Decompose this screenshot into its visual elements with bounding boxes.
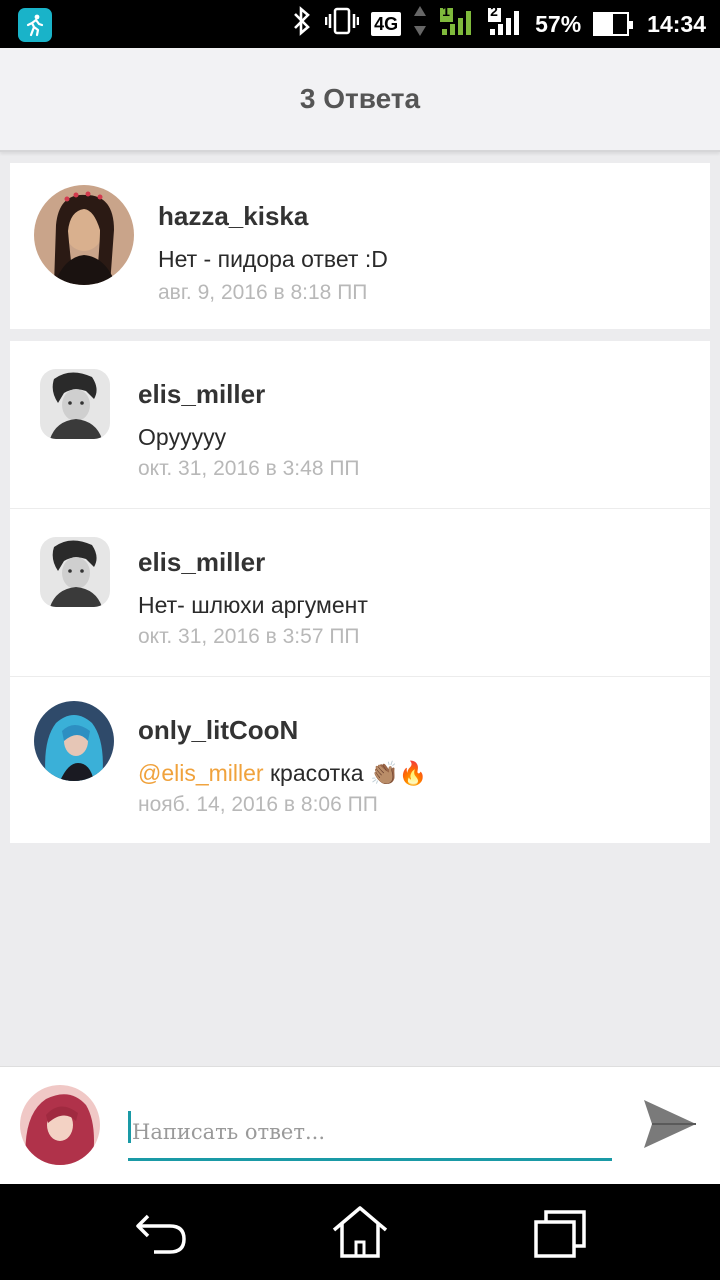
avatar[interactable]: [34, 701, 114, 781]
current-user-avatar: [20, 1085, 100, 1165]
network-type-badge: 4G: [371, 12, 402, 36]
avatar[interactable]: [34, 185, 134, 285]
reply-compose-bar: [0, 1066, 720, 1184]
sim1-label: 1: [442, 3, 450, 19]
recent-apps-icon[interactable]: [530, 1202, 590, 1262]
home-icon[interactable]: [330, 1202, 390, 1262]
comment-text: красотка 👏🏽🔥: [263, 760, 428, 786]
replies-list: elis_miller Орyyyyy окт. 31, 2016 в 3:48…: [10, 341, 710, 843]
comment-username[interactable]: elis_miller: [138, 547, 265, 578]
parent-comment: hazza_kiska Нет - пидора ответ :D авг. 9…: [10, 163, 710, 329]
comment-text-container: @elis_miller красотка 👏🏽🔥: [138, 760, 427, 787]
signal-sim1-icon: 1: [439, 3, 475, 43]
reply-item: elis_miller Орyyyyy окт. 31, 2016 в 3:48…: [10, 341, 710, 509]
comment-text: Орyyyyy: [138, 424, 227, 450]
comment-username[interactable]: hazza_kiska: [158, 201, 308, 232]
comment-timestamp: окт. 31, 2016 в 3:57 ПП: [138, 625, 360, 648]
reply-item: only_litCooN @elis_miller красотка 👏🏽🔥 н…: [10, 677, 710, 843]
send-icon[interactable]: [640, 1094, 700, 1154]
page-title: 3 Ответа: [299, 83, 421, 114]
text-cursor: [128, 1111, 131, 1143]
battery-icon: [593, 12, 634, 36]
user-mention-link[interactable]: @elis_miller: [138, 760, 264, 786]
signal-sim2-icon: 2: [487, 3, 523, 43]
back-icon[interactable]: [130, 1202, 190, 1262]
battery-percent: 57%: [535, 10, 582, 37]
fitness-app-icon: [18, 8, 52, 42]
clock: 14:34: [647, 10, 706, 37]
status-bar: 4G 1 2 57% 14:34: [0, 0, 720, 48]
system-navigation-bar: [0, 1184, 720, 1280]
bluetooth-icon: [291, 6, 313, 42]
vibrate-icon: [324, 6, 360, 42]
comment-timestamp: окт. 31, 2016 в 3:48 ПП: [138, 457, 360, 480]
comment-timestamp: нояб. 14, 2016 в 8:06 ПП: [138, 793, 378, 816]
comment-text: Нет- шлюхи аргумент: [138, 592, 368, 618]
data-arrows-icon: [413, 4, 427, 44]
comment-username[interactable]: only_litCooN: [138, 715, 298, 746]
reply-item: elis_miller Нет- шлюхи аргумент окт. 31,…: [10, 509, 710, 677]
comment-timestamp: авг. 9, 2016 в 8:18 ПП: [158, 281, 368, 304]
avatar[interactable]: [40, 369, 110, 439]
comment-text: Нет - пидора ответ :D: [158, 246, 388, 272]
reply-input[interactable]: [128, 1105, 612, 1161]
sim2-label: 2: [490, 3, 498, 19]
comment-username[interactable]: elis_miller: [138, 379, 265, 410]
avatar[interactable]: [40, 537, 110, 607]
top-app-bar: 3 Ответа: [0, 48, 720, 152]
parent-comment-card: hazza_kiska Нет - пидора ответ :D авг. 9…: [10, 163, 710, 329]
